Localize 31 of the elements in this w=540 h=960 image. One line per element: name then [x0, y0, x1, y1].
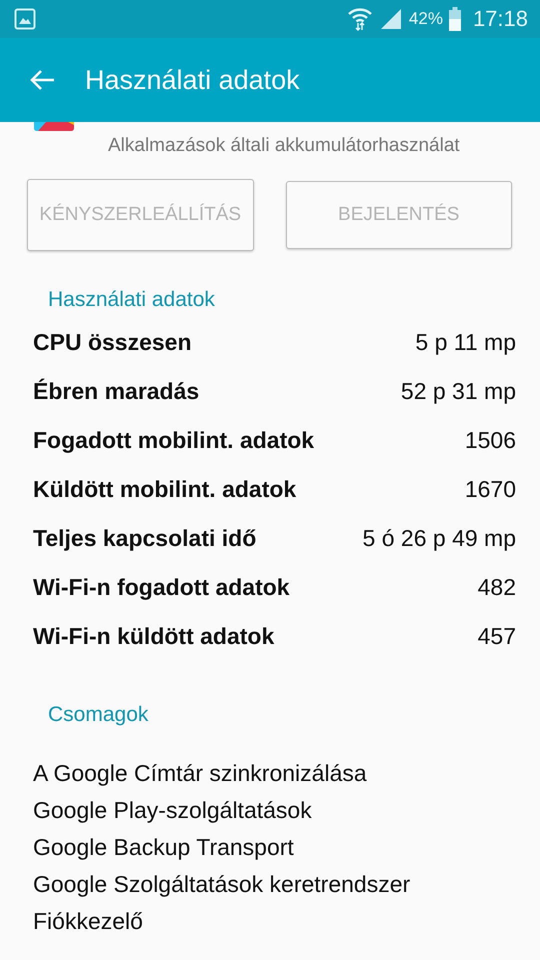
stat-label: Wi-Fi-n fogadott adatok [33, 574, 290, 601]
package-name: Google Backup Transport [33, 833, 295, 862]
app-icon [34, 122, 74, 131]
package-name: Google Szolgáltatások keretrendszer [33, 870, 412, 899]
screen-title: Használati adatok [85, 64, 300, 96]
battery-icon [448, 7, 461, 31]
stat-label: Ébren maradás [33, 378, 200, 405]
stat-value: 1670 [464, 476, 516, 503]
stat-value: 5 ó 26 p 49 mp [362, 525, 516, 552]
stat-label: Küldött mobilint. adatok [33, 476, 296, 503]
stat-label: CPU összesen [33, 329, 192, 356]
app-subtitle: Alkalmazások általi akkumulátorhasználat [108, 135, 461, 157]
back-arrow-icon [29, 69, 55, 91]
stat-label: Wi-Fi-n küldött adatok [33, 623, 274, 650]
package-name: Google Play-szolgáltatások [33, 796, 313, 825]
clock: 17:18 [472, 6, 528, 32]
signal-icon [378, 7, 403, 31]
stat-label: Teljes kapcsolati idő [33, 525, 256, 552]
stat-value: 52 p 31 mp [400, 378, 516, 405]
stat-value: 457 [478, 623, 516, 650]
stat-value: 482 [478, 574, 516, 601]
stat-value: 1506 [464, 427, 516, 454]
stat-value: 5 p 11 mp [415, 329, 516, 356]
image-icon [14, 8, 36, 30]
section-header: Használati adatok [48, 288, 216, 313]
package-name: Fiókkezelő [33, 907, 144, 936]
stat-label: Fogadott mobilint. adatok [33, 427, 314, 454]
section-header: Csomagok [48, 703, 150, 728]
package-name: A Google Címtár szinkronizálása [33, 759, 368, 788]
wifi-icon [346, 6, 373, 32]
battery-percent: 42% [408, 9, 443, 29]
